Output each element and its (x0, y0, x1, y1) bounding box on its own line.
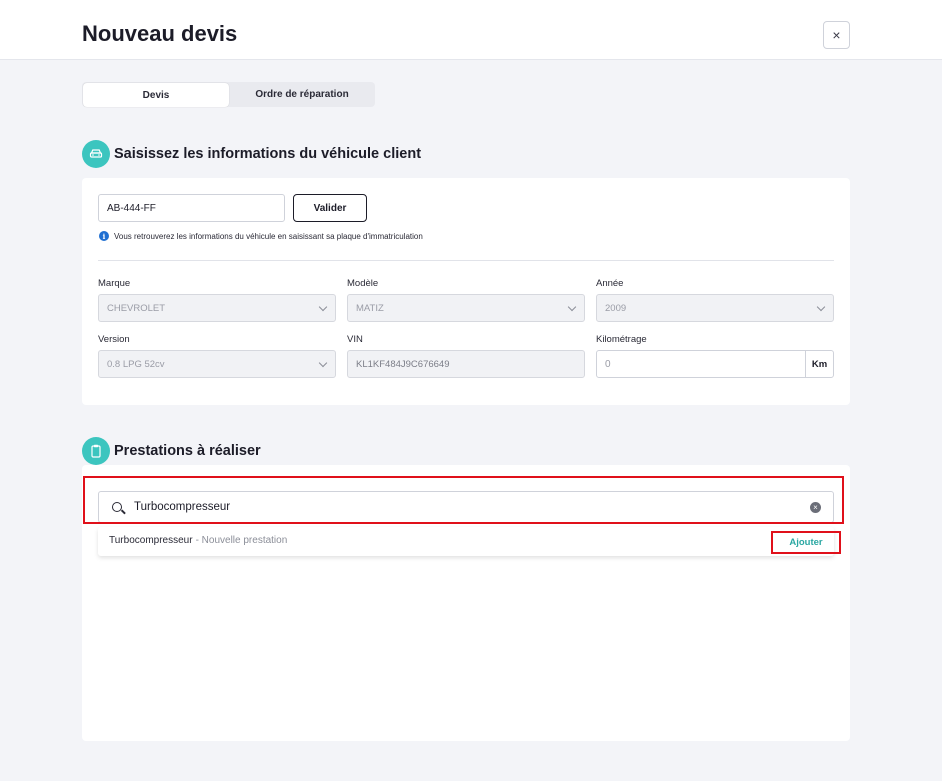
car-icon (82, 140, 110, 168)
tab-ordre-de-reparation[interactable]: Ordre de réparation (229, 82, 375, 107)
vin-field: KL1KF484J9C676649 (347, 350, 585, 378)
modele-select[interactable]: MATIZ (347, 294, 585, 322)
modele-label: Modèle (347, 278, 379, 289)
kilometrage-field[interactable]: 0 Km (596, 350, 834, 378)
plate-info-hint: i Vous retrouverez les informations du v… (99, 231, 423, 241)
top-bar: Nouveau devis × (0, 0, 942, 60)
marque-label: Marque (98, 278, 131, 289)
info-icon: i (99, 231, 109, 241)
version-select[interactable]: 0.8 LPG 52cv (98, 350, 336, 378)
annee-select[interactable]: 2009 (596, 294, 834, 322)
suggestion-text: Turbocompresseur - Nouvelle prestation (109, 527, 287, 553)
chevron-down-icon (567, 302, 577, 312)
suggestion-subtitle: - Nouvelle prestation (195, 534, 288, 546)
close-icon: × (832, 27, 841, 43)
suggestion-name: Turbocompresseur (109, 534, 193, 546)
info-text: Vous retrouverez les informations du véh… (114, 231, 423, 241)
add-button-highlight-box (771, 531, 841, 554)
vin-value: KL1KF484J9C676649 (356, 358, 450, 370)
divider (98, 260, 834, 261)
tab-bar: Devis Ordre de réparation (82, 82, 375, 107)
marque-value: CHEVROLET (107, 302, 166, 314)
version-label: Version (98, 334, 130, 345)
vin-label: VIN (347, 334, 363, 345)
kilometrage-label: Kilométrage (596, 334, 647, 345)
suggestion-item[interactable]: Turbocompresseur - Nouvelle prestation (98, 527, 834, 556)
chevron-down-icon (318, 358, 328, 368)
modele-value: MATIZ (356, 302, 384, 314)
tab-devis[interactable]: Devis (83, 83, 229, 107)
annee-value: 2009 (605, 302, 627, 314)
search-highlight-box (83, 476, 844, 524)
kilometrage-unit: Km (805, 351, 833, 377)
plate-input[interactable]: AB-444-FF (98, 194, 285, 222)
prestations-section-title: Prestations à réaliser (114, 443, 261, 459)
version-value: 0.8 LPG 52cv (107, 358, 165, 370)
chevron-down-icon (816, 302, 826, 312)
validate-button[interactable]: Valider (293, 194, 367, 222)
kilometrage-value: 0 (605, 358, 611, 370)
page-title: Nouveau devis (82, 21, 238, 46)
close-button[interactable]: × (823, 21, 850, 49)
clipboard-icon (82, 437, 110, 465)
annee-label: Année (596, 278, 624, 289)
chevron-down-icon (318, 302, 328, 312)
vehicle-section-title: Saisissez les informations du véhicule c… (114, 146, 422, 162)
marque-select[interactable]: CHEVROLET (98, 294, 336, 322)
